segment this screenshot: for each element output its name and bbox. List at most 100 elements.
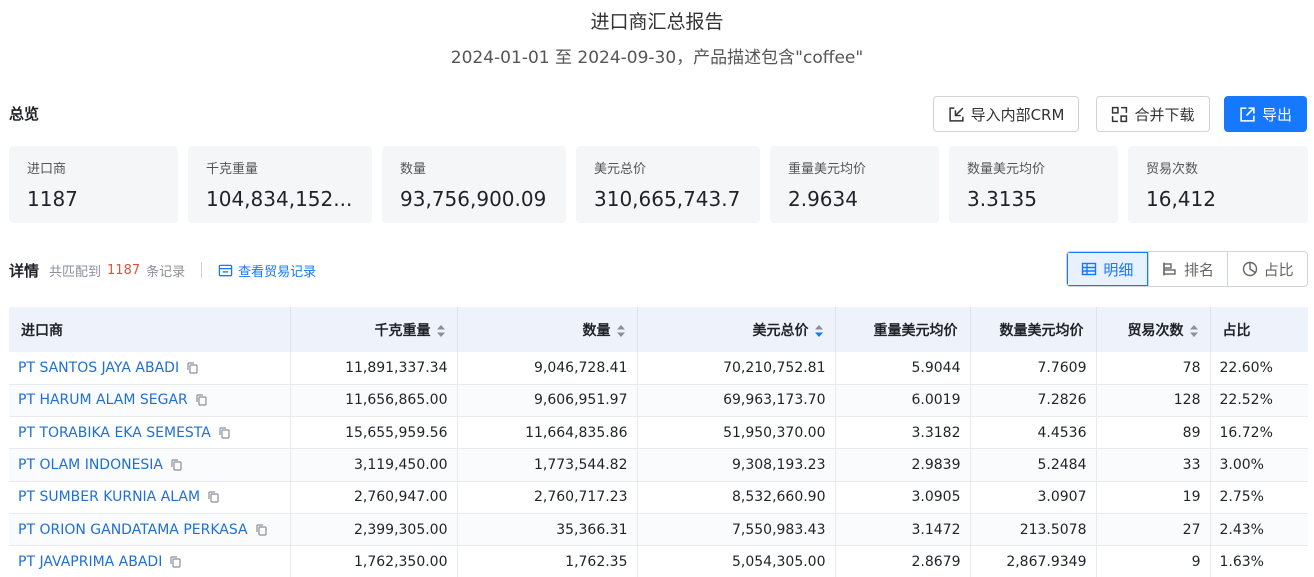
detail-label: 详情 [9, 261, 40, 280]
merge-download-label: 合并下载 [1134, 105, 1195, 124]
share-cell: 2.43% [1210, 513, 1308, 547]
merge-download-button[interactable]: 合并下载 [1096, 96, 1210, 132]
export-button[interactable]: 导出 [1224, 96, 1307, 132]
importer-link[interactable]: PT SANTOS JAYA ABADI [18, 360, 281, 376]
table-header-row: 进口商 千克重量 数量 美元总价 重量美元均价 数量美元均价 贸易次数 占比 [9, 307, 1308, 352]
tab-rank[interactable]: 排名 [1147, 252, 1228, 286]
column-header-trade-count[interactable]: 贸易次数 [1096, 307, 1211, 352]
share-cell: 16.72% [1210, 416, 1308, 450]
quantity-cell: 9,046,728.41 [457, 352, 638, 385]
stat-label: 千克重量 [206, 162, 259, 177]
importer-cell[interactable]: PT SANTOS JAYA ABADI [9, 352, 291, 385]
match-suffix: 条记录 [146, 264, 186, 280]
table-row: PT SANTOS JAYA ABADI 11,891,337.34 9,046,7… [9, 352, 1308, 385]
stat-importers: 进口商 1187 [9, 146, 178, 223]
importer-link[interactable]: PT JAVAPRIMA ABADI [18, 554, 281, 570]
importer-link[interactable]: PT HARUM ALAM SEGAR [18, 392, 281, 408]
stat-label: 美元总价 [594, 162, 647, 177]
stat-value: 3.3135 [967, 187, 1037, 211]
total-usd-cell: 70,210,752.81 [637, 352, 836, 385]
importer-cell[interactable]: PT HARUM ALAM SEGAR [9, 384, 291, 418]
sort-icon[interactable] [1189, 324, 1198, 337]
importer-link[interactable]: PT SUMBER KURNIA ALAM [18, 489, 281, 505]
column-header-usd-per-kg: 重量美元均价 [835, 307, 971, 352]
view-trade-records-link[interactable]: 查看贸易记录 [218, 261, 316, 280]
importer-name: PT HARUM ALAM SEGAR [18, 392, 188, 409]
trade-count-cell: 128 [1096, 384, 1211, 418]
column-header-importer[interactable]: 进口商 [9, 307, 291, 352]
stat-value: 16,412 [1146, 187, 1216, 211]
weight-cell: 2,399,305.00 [290, 513, 458, 547]
importer-cell[interactable]: PT SUMBER KURNIA ALAM [9, 481, 291, 514]
importer-name: PT TORABIKA EKA SEMESTA [18, 424, 211, 441]
share-cell: 22.52% [1210, 384, 1308, 418]
stat-total-usd: 美元总价 310,665,743.7 [576, 146, 760, 223]
tab-detail[interactable]: 明细 [1067, 252, 1148, 286]
importer-name: PT ORION GANDATAMA PERKASA [18, 521, 248, 538]
column-header-weight[interactable]: 千克重量 [290, 307, 458, 352]
copy-icon[interactable] [208, 491, 219, 503]
share-cell: 1.63% [1210, 545, 1308, 577]
total-usd-cell: 51,950,370.00 [637, 416, 836, 450]
usd-per-kg-cell: 3.0905 [835, 481, 971, 514]
copy-icon[interactable] [171, 459, 182, 471]
copy-icon[interactable] [187, 362, 198, 374]
weight-cell: 11,891,337.34 [290, 352, 458, 385]
stat-label: 进口商 [27, 162, 67, 177]
export-label: 导出 [1261, 105, 1292, 124]
import-icon [948, 106, 964, 122]
tab-share[interactable]: 占比 [1227, 252, 1307, 286]
weight-cell: 15,655,959.56 [290, 416, 458, 450]
import-crm-button[interactable]: 导入内部CRM [933, 96, 1079, 132]
copy-icon[interactable] [196, 394, 207, 407]
export-icon [1240, 106, 1255, 122]
column-header-usd-per-unit: 数量美元均价 [970, 307, 1097, 352]
table-icon [1082, 262, 1097, 276]
sort-desc-active-icon[interactable] [814, 324, 823, 337]
sort-icon[interactable] [616, 324, 625, 337]
pie-icon [1242, 261, 1257, 277]
total-usd-cell: 8,532,660.90 [637, 481, 836, 514]
stat-usd-per-unit: 数量美元均价 3.3135 [949, 146, 1118, 223]
column-header-share: 占比 [1210, 307, 1308, 352]
view-switcher: 明细 排名 占比 [1066, 251, 1308, 287]
overview-label: 总览 [9, 105, 40, 123]
total-usd-cell: 69,963,173.70 [637, 384, 836, 418]
importer-name: PT OLAM INDONESIA [18, 457, 164, 474]
stat-quantity: 数量 93,756,900.09 [382, 146, 566, 223]
sort-icon[interactable] [436, 324, 445, 337]
importer-table: 进口商 千克重量 数量 美元总价 重量美元均价 数量美元均价 贸易次数 占比 P… [9, 307, 1308, 577]
merge-icon [1112, 106, 1128, 122]
quantity-cell: 1,773,544.82 [457, 448, 638, 482]
stat-label: 数量美元均价 [967, 162, 1046, 177]
weight-cell: 11,656,865.00 [290, 384, 458, 418]
table-row: PT HARUM ALAM SEGAR 11,656,865.00 9,606,95… [9, 384, 1308, 418]
stat-usd-per-kg: 重量美元均价 2.9634 [770, 146, 939, 223]
table-row: PT SUMBER KURNIA ALAM 2,760,947.00 2,760,7… [9, 481, 1308, 514]
weight-cell: 3,119,450.00 [290, 448, 458, 482]
importer-link[interactable]: PT OLAM INDONESIA [18, 457, 281, 473]
copy-icon[interactable] [255, 524, 267, 536]
importer-cell[interactable]: PT JAVAPRIMA ABADI [9, 545, 291, 577]
quantity-cell: 9,606,951.97 [457, 384, 638, 418]
usd-per-kg-cell: 3.3182 [835, 416, 971, 450]
importer-cell[interactable]: PT OLAM INDONESIA [9, 448, 291, 482]
tab-rank-label: 排名 [1184, 260, 1215, 279]
total-usd-cell: 5,054,305.00 [637, 545, 836, 577]
column-header-total-usd[interactable]: 美元总价 [637, 307, 836, 352]
importer-link[interactable]: PT ORION GANDATAMA PERKASA [18, 522, 281, 538]
usd-per-unit-cell: 213.5078 [970, 513, 1097, 547]
weight-cell: 2,760,947.00 [290, 481, 458, 514]
usd-per-unit-cell: 7.7609 [970, 352, 1097, 385]
copy-icon[interactable] [219, 427, 230, 439]
copy-icon[interactable] [170, 556, 181, 568]
share-cell: 2.75% [1210, 481, 1308, 514]
importer-link[interactable]: PT TORABIKA EKA SEMESTA [18, 425, 281, 441]
importer-cell[interactable]: PT ORION GANDATAMA PERKASA [9, 513, 291, 547]
column-header-quantity[interactable]: 数量 [457, 307, 638, 352]
stat-value: 93,756,900.09 [400, 187, 547, 211]
usd-per-unit-cell: 3.0907 [970, 481, 1097, 514]
trade-count-cell: 9 [1096, 545, 1211, 577]
importer-cell[interactable]: PT TORABIKA EKA SEMESTA [9, 416, 291, 450]
quantity-cell: 11,664,835.86 [457, 416, 638, 450]
